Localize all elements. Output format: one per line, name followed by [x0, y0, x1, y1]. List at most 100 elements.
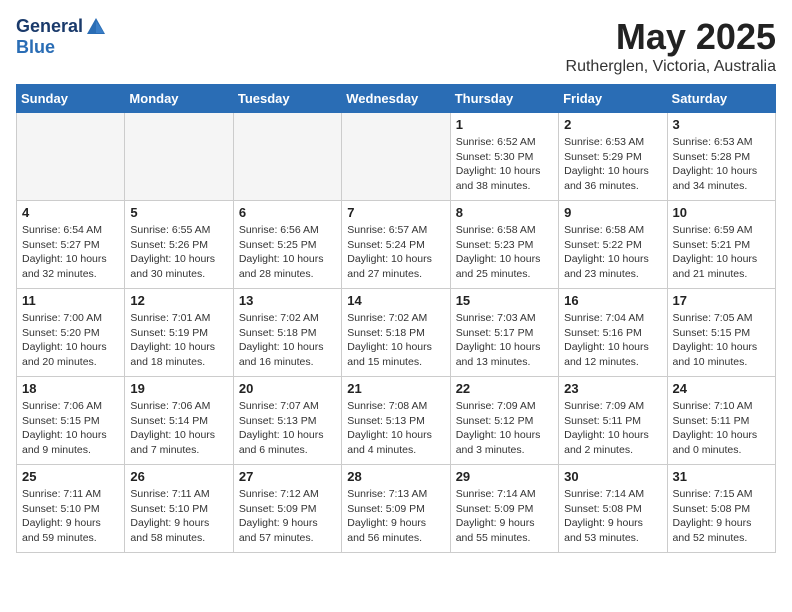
- week-row-4: 18 Sunrise: 7:06 AM Sunset: 5:15 PM Dayli…: [17, 377, 776, 465]
- day-info: Sunrise: 7:10 AM Sunset: 5:11 PM Dayligh…: [673, 399, 770, 458]
- day-info: Sunrise: 7:15 AM Sunset: 5:08 PM Dayligh…: [673, 487, 770, 546]
- calendar-cell: 17Sunrise: 7:05 AM Sunset: 5:15 PM Dayli…: [667, 289, 775, 377]
- weekday-header-sunday: Sunday: [17, 85, 125, 113]
- day-info: Sunrise: 6:58 AM Sunset: 5:22 PM Dayligh…: [564, 223, 661, 282]
- day-number: 1: [456, 117, 553, 132]
- day-number: 2: [564, 117, 661, 132]
- day-number: 16: [564, 293, 661, 308]
- day-number: 4: [22, 205, 119, 220]
- calendar-cell: 19 Sunrise: 7:06 AM Sunset: 5:14 PM Dayli…: [125, 377, 233, 465]
- day-number: 30: [564, 469, 661, 484]
- calendar-cell: 22 Sunrise: 7:09 AM Sunset: 5:12 PM Dayli…: [450, 377, 558, 465]
- calendar-cell: 6 Sunrise: 6:56 AM Sunset: 5:25 PM Daylig…: [233, 201, 341, 289]
- calendar-cell: 14Sunrise: 7:02 AM Sunset: 5:18 PM Dayli…: [342, 289, 450, 377]
- calendar-cell: 15 Sunrise: 7:03 AM Sunset: 5:17 PM Dayli…: [450, 289, 558, 377]
- calendar-cell: 21 Sunrise: 7:08 AM Sunset: 5:13 PM Dayli…: [342, 377, 450, 465]
- calendar-cell: 31 Sunrise: 7:15 AM Sunset: 5:08 PM Dayli…: [667, 465, 775, 553]
- day-info: Sunrise: 6:58 AM Sunset: 5:23 PM Dayligh…: [456, 223, 553, 282]
- day-number: 31: [673, 469, 770, 484]
- day-number: 26: [130, 469, 227, 484]
- day-number: 15: [456, 293, 553, 308]
- day-info: Sunrise: 6:57 AM Sunset: 5:24 PM Dayligh…: [347, 223, 444, 282]
- day-info: Sunrise: 7:01 AM Sunset: 5:19 PM Dayligh…: [130, 311, 227, 370]
- day-number: 5: [130, 205, 227, 220]
- week-row-2: 4 Sunrise: 6:54 AM Sunset: 5:27 PM Daylig…: [17, 201, 776, 289]
- calendar-cell: 27Sunrise: 7:12 AM Sunset: 5:09 PM Dayli…: [233, 465, 341, 553]
- day-number: 6: [239, 205, 336, 220]
- day-info: Sunrise: 7:03 AM Sunset: 5:17 PM Dayligh…: [456, 311, 553, 370]
- calendar-cell: 7Sunrise: 6:57 AM Sunset: 5:24 PM Daylig…: [342, 201, 450, 289]
- day-number: 23: [564, 381, 661, 396]
- weekday-header-monday: Monday: [125, 85, 233, 113]
- calendar-cell: 24 Sunrise: 7:10 AM Sunset: 5:11 PM Dayli…: [667, 377, 775, 465]
- weekday-header-thursday: Thursday: [450, 85, 558, 113]
- day-number: 19: [130, 381, 227, 396]
- day-info: Sunrise: 6:53 AM Sunset: 5:29 PM Dayligh…: [564, 135, 661, 194]
- calendar-table: SundayMondayTuesdayWednesdayThursdayFrid…: [16, 84, 776, 553]
- title-block: May 2025 Rutherglen, Victoria, Australia: [566, 16, 776, 76]
- calendar-cell: 30 Sunrise: 7:14 AM Sunset: 5:08 PM Dayli…: [559, 465, 667, 553]
- weekday-header-row: SundayMondayTuesdayWednesdayThursdayFrid…: [17, 85, 776, 113]
- calendar-cell: 9 Sunrise: 6:58 AM Sunset: 5:22 PM Daylig…: [559, 201, 667, 289]
- logo-blue: Blue: [16, 38, 109, 58]
- calendar-cell: 4 Sunrise: 6:54 AM Sunset: 5:27 PM Daylig…: [17, 201, 125, 289]
- day-number: 11: [22, 293, 119, 308]
- calendar-cell: 20 Sunrise: 7:07 AM Sunset: 5:13 PM Dayli…: [233, 377, 341, 465]
- calendar-cell: 28 Sunrise: 7:13 AM Sunset: 5:09 PM Dayli…: [342, 465, 450, 553]
- calendar-cell: 12 Sunrise: 7:01 AM Sunset: 5:19 PM Dayli…: [125, 289, 233, 377]
- day-number: 22: [456, 381, 553, 396]
- calendar-cell: 25 Sunrise: 7:11 AM Sunset: 5:10 PM Dayli…: [17, 465, 125, 553]
- day-number: 18: [22, 381, 119, 396]
- calendar-cell: 2 Sunrise: 6:53 AM Sunset: 5:29 PM Daylig…: [559, 113, 667, 201]
- day-info: Sunrise: 7:14 AM Sunset: 5:09 PM Dayligh…: [456, 487, 553, 546]
- day-info: Sunrise: 7:08 AM Sunset: 5:13 PM Dayligh…: [347, 399, 444, 458]
- weekday-header-tuesday: Tuesday: [233, 85, 341, 113]
- calendar-cell: 10 Sunrise: 6:59 AM Sunset: 5:21 PM Dayli…: [667, 201, 775, 289]
- week-row-5: 25 Sunrise: 7:11 AM Sunset: 5:10 PM Dayli…: [17, 465, 776, 553]
- day-info: Sunrise: 7:06 AM Sunset: 5:14 PM Dayligh…: [130, 399, 227, 458]
- day-info: Sunrise: 7:06 AM Sunset: 5:15 PM Dayligh…: [22, 399, 119, 458]
- day-info: Sunrise: 7:02 AM Sunset: 5:18 PM Dayligh…: [347, 311, 444, 370]
- week-row-1: 1Sunrise: 6:52 AM Sunset: 5:30 PM Daylig…: [17, 113, 776, 201]
- day-info: Sunrise: 7:11 AM Sunset: 5:10 PM Dayligh…: [130, 487, 227, 546]
- day-info: Sunrise: 6:55 AM Sunset: 5:26 PM Dayligh…: [130, 223, 227, 282]
- day-number: 21: [347, 381, 444, 396]
- day-info: Sunrise: 7:12 AM Sunset: 5:09 PM Dayligh…: [239, 487, 336, 546]
- day-info: Sunrise: 6:56 AM Sunset: 5:25 PM Dayligh…: [239, 223, 336, 282]
- day-number: 10: [673, 205, 770, 220]
- day-number: 25: [22, 469, 119, 484]
- day-number: 3: [673, 117, 770, 132]
- logo-icon: [85, 16, 107, 38]
- calendar-cell: 23 Sunrise: 7:09 AM Sunset: 5:11 PM Dayli…: [559, 377, 667, 465]
- logo-text: General: [16, 16, 109, 38]
- day-number: 8: [456, 205, 553, 220]
- day-number: 24: [673, 381, 770, 396]
- calendar-cell: 11 Sunrise: 7:00 AM Sunset: 5:20 PM Dayli…: [17, 289, 125, 377]
- weekday-header-saturday: Saturday: [667, 85, 775, 113]
- day-number: 29: [456, 469, 553, 484]
- day-info: Sunrise: 7:14 AM Sunset: 5:08 PM Dayligh…: [564, 487, 661, 546]
- day-info: Sunrise: 6:53 AM Sunset: 5:28 PM Dayligh…: [673, 135, 770, 194]
- calendar-cell: 8 Sunrise: 6:58 AM Sunset: 5:23 PM Daylig…: [450, 201, 558, 289]
- month-title: May 2025: [566, 16, 776, 58]
- day-info: Sunrise: 7:00 AM Sunset: 5:20 PM Dayligh…: [22, 311, 119, 370]
- day-info: Sunrise: 7:13 AM Sunset: 5:09 PM Dayligh…: [347, 487, 444, 546]
- week-row-3: 11 Sunrise: 7:00 AM Sunset: 5:20 PM Dayli…: [17, 289, 776, 377]
- calendar-cell: 29 Sunrise: 7:14 AM Sunset: 5:09 PM Dayli…: [450, 465, 558, 553]
- day-info: Sunrise: 7:09 AM Sunset: 5:12 PM Dayligh…: [456, 399, 553, 458]
- day-info: Sunrise: 6:54 AM Sunset: 5:27 PM Dayligh…: [22, 223, 119, 282]
- calendar-cell: [233, 113, 341, 201]
- day-info: Sunrise: 7:11 AM Sunset: 5:10 PM Dayligh…: [22, 487, 119, 546]
- day-number: 13: [239, 293, 336, 308]
- day-info: Sunrise: 7:07 AM Sunset: 5:13 PM Dayligh…: [239, 399, 336, 458]
- day-number: 20: [239, 381, 336, 396]
- calendar-cell: 13Sunrise: 7:02 AM Sunset: 5:18 PM Dayli…: [233, 289, 341, 377]
- day-number: 9: [564, 205, 661, 220]
- day-number: 28: [347, 469, 444, 484]
- day-info: Sunrise: 6:59 AM Sunset: 5:21 PM Dayligh…: [673, 223, 770, 282]
- weekday-header-wednesday: Wednesday: [342, 85, 450, 113]
- day-info: Sunrise: 7:09 AM Sunset: 5:11 PM Dayligh…: [564, 399, 661, 458]
- calendar-cell: 26 Sunrise: 7:11 AM Sunset: 5:10 PM Dayli…: [125, 465, 233, 553]
- calendar-cell: 1Sunrise: 6:52 AM Sunset: 5:30 PM Daylig…: [450, 113, 558, 201]
- day-number: 12: [130, 293, 227, 308]
